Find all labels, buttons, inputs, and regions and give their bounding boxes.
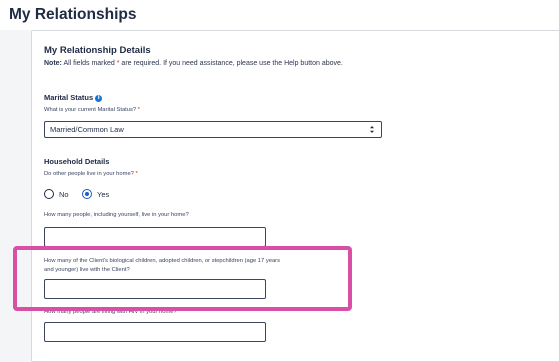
- hiv-in-home-label: How many people are living with HIV in y…: [44, 309, 177, 315]
- hiv-in-home-input[interactable]: [44, 322, 266, 342]
- children-in-home-label: How many of the Client's biological chil…: [44, 258, 281, 273]
- info-icon[interactable]: i: [95, 95, 103, 102]
- required-star: *: [137, 107, 141, 113]
- radio-yes[interactable]: [82, 189, 92, 199]
- marital-status-question-text: What is your current Marital Status?: [44, 107, 137, 113]
- note-label: Note:: [44, 60, 62, 67]
- marital-status-selected-value: Married/Common Law: [50, 125, 124, 134]
- children-in-home-input[interactable]: [44, 279, 266, 299]
- note-text-before: All fields marked: [61, 60, 117, 67]
- required-note: Note: All fields marked * are required. …: [44, 60, 343, 67]
- page-title: My Relationships: [9, 6, 137, 23]
- radio-no[interactable]: [44, 189, 54, 199]
- people-in-home-label: How many people, including yourself, liv…: [44, 212, 189, 218]
- details-heading: My Relationship Details: [44, 45, 151, 56]
- marital-status-select[interactable]: Married/Common Law: [44, 121, 382, 138]
- people-in-home-input[interactable]: [44, 227, 266, 247]
- page-header: My Relationships: [0, 0, 559, 30]
- other-people-question-text: Do other people live in your home?: [44, 171, 134, 177]
- note-text-after: are required. If you need assistance, pl…: [119, 60, 343, 67]
- marital-status-heading: Marital Status i: [44, 93, 103, 102]
- radio-yes-label[interactable]: Yes: [97, 190, 109, 199]
- other-people-question: Do other people live in your home? *: [44, 171, 138, 177]
- required-star: *: [135, 171, 138, 177]
- radio-no-label[interactable]: No: [59, 190, 69, 199]
- marital-status-label: Marital Status: [44, 93, 94, 102]
- marital-status-question: What is your current Marital Status? *: [44, 107, 140, 113]
- household-details-heading: Household Details: [44, 157, 110, 166]
- select-caret-icon: [370, 126, 374, 133]
